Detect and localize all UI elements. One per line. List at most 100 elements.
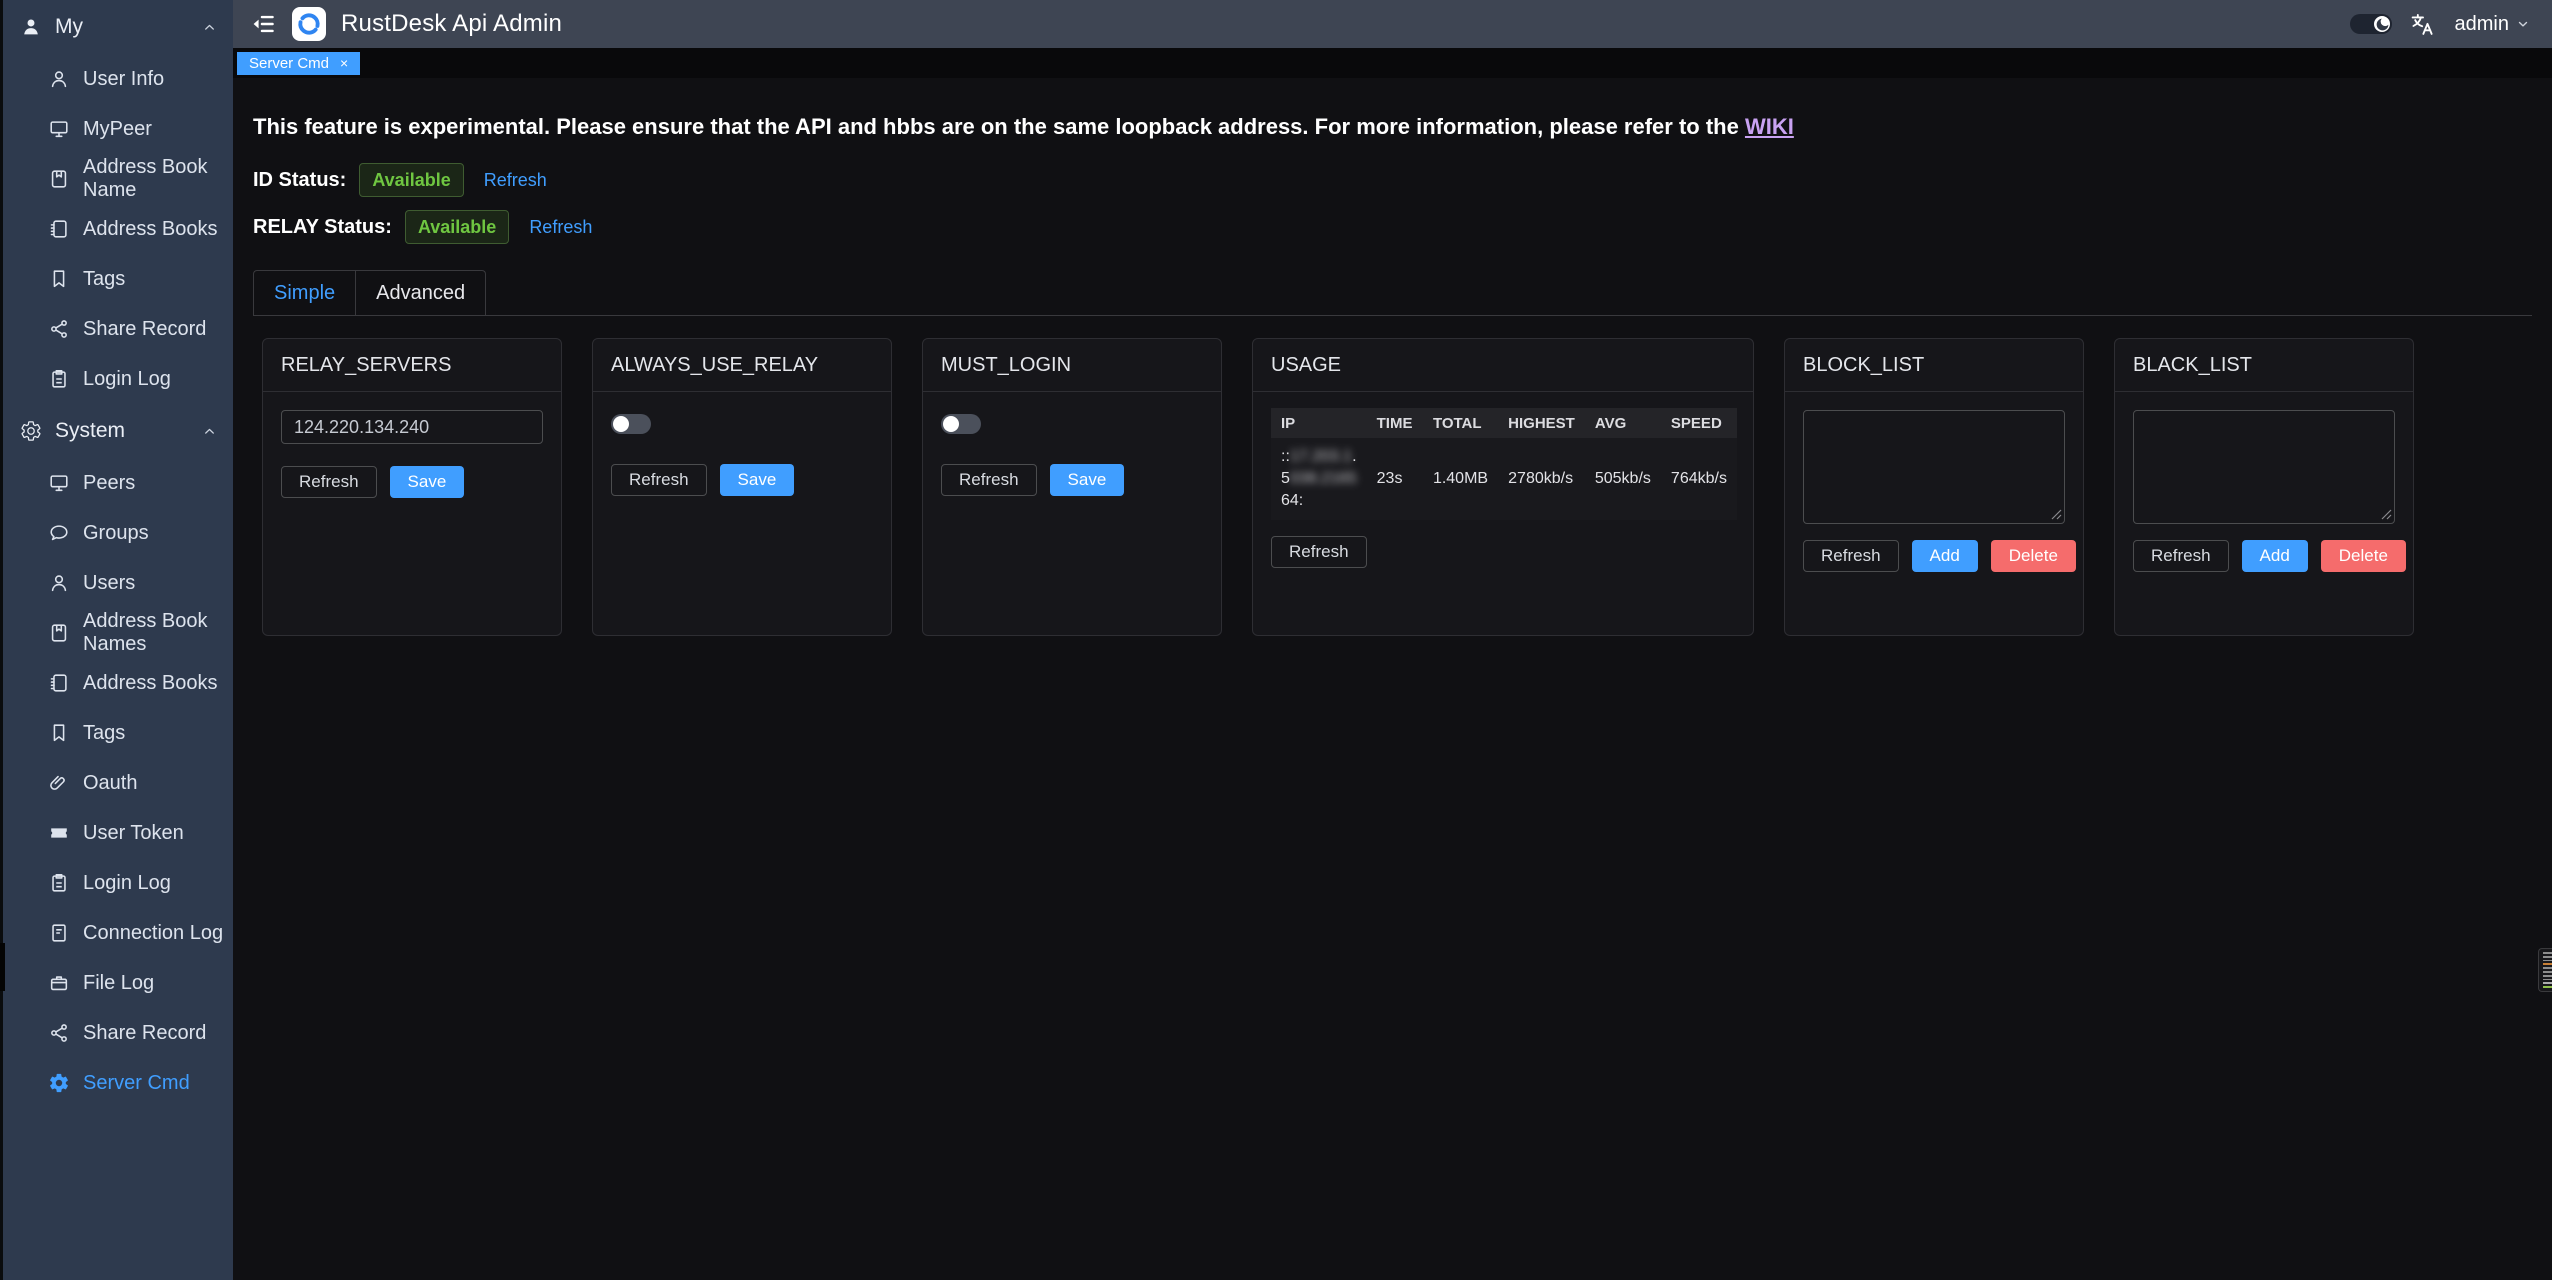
tab-server-cmd[interactable]: Server Cmd × xyxy=(237,52,360,75)
card-must-login: MUST_LOGIN Refresh Save xyxy=(922,338,1222,636)
delete-button[interactable]: Delete xyxy=(2321,540,2406,572)
translate-icon[interactable] xyxy=(2409,11,2436,38)
cards-row: RELAY_SERVERS Refresh Save ALWAYS_USE_RE… xyxy=(253,338,2532,636)
id-status-row: ID Status: Available Refresh xyxy=(253,163,2532,197)
column-header: TIME xyxy=(1367,408,1423,438)
refresh-button[interactable]: Refresh xyxy=(611,464,707,496)
bookmark-icon xyxy=(48,268,70,290)
add-button[interactable]: Add xyxy=(2242,540,2308,572)
user-menu[interactable]: admin xyxy=(2455,13,2530,36)
save-button[interactable]: Save xyxy=(1050,464,1125,496)
sidebar-fold-icon[interactable] xyxy=(251,11,277,37)
column-header: AVG xyxy=(1585,408,1661,438)
refresh-button[interactable]: Refresh xyxy=(941,464,1037,496)
sidebar-item-user-token[interactable]: User Token xyxy=(0,808,233,858)
sidebar-item-label: Connection Log xyxy=(83,922,223,945)
speed-cell: 764kb/s xyxy=(1661,438,1737,520)
id-status-refresh-link[interactable]: Refresh xyxy=(484,170,547,191)
sidebar-item-users[interactable]: Users xyxy=(0,558,233,608)
table-row: ::17.203.1. 5038.2165 64: 23s 1.40MB 278… xyxy=(1271,438,1737,520)
scroll-minimap-overlay xyxy=(2538,948,2552,992)
wiki-link[interactable]: WIKI xyxy=(1745,114,1794,139)
card-title: RELAY_SERVERS xyxy=(263,339,561,392)
sidebar-item-address-book-names[interactable]: Address Book Names xyxy=(0,608,233,658)
gear-icon xyxy=(20,420,42,442)
minimap-marker xyxy=(2543,952,2552,954)
must-login-toggle[interactable] xyxy=(941,414,981,434)
sidebar-item-label: Tags xyxy=(83,268,125,291)
sidebar-item-tags[interactable]: Tags xyxy=(0,254,233,304)
sidebar-item-label: Address Books xyxy=(83,672,218,695)
block-list-textarea[interactable] xyxy=(1803,410,2065,524)
sidebar-item-share-record[interactable]: Share Record xyxy=(0,1008,233,1058)
refresh-button[interactable]: Refresh xyxy=(1271,536,1367,568)
sidebar-item-address-books[interactable]: Address Books xyxy=(0,658,233,708)
sidebar-item-connection-log[interactable]: Connection Log xyxy=(0,908,233,958)
sidebar-item-login-log[interactable]: Login Log xyxy=(0,354,233,404)
sidebar-item-oauth[interactable]: Oauth xyxy=(0,758,233,808)
theme-toggle[interactable] xyxy=(2350,14,2392,34)
delete-button[interactable]: Delete xyxy=(1991,540,2076,572)
card-always-use-relay: ALWAYS_USE_RELAY Refresh Save xyxy=(592,338,892,636)
minimap-marker xyxy=(2543,956,2552,958)
sidebar-item-address-book-name[interactable]: Address Book Name xyxy=(0,154,233,204)
relay-status-refresh-link[interactable]: Refresh xyxy=(529,217,592,238)
bookmark-icon xyxy=(48,722,70,744)
refresh-button[interactable]: Refresh xyxy=(281,466,377,498)
black-list-textarea[interactable] xyxy=(2133,410,2395,524)
chat-icon xyxy=(48,522,70,544)
sidebar-section-system[interactable]: System xyxy=(0,404,233,458)
sidebar-item-file-log[interactable]: File Log xyxy=(0,958,233,1008)
header: RustDesk Api Admin admin xyxy=(233,0,2552,48)
ip-cell: ::17.203.1. 5038.2165 64: xyxy=(1271,438,1367,520)
sidebar-item-label: Share Record xyxy=(83,318,206,341)
sidebar-item-groups[interactable]: Groups xyxy=(0,508,233,558)
sidebar-item-user-info[interactable]: User Info xyxy=(0,54,233,104)
card-title: ALWAYS_USE_RELAY xyxy=(593,339,891,392)
sidebar-item-label: Login Log xyxy=(83,368,171,391)
chevron-up-icon xyxy=(202,20,217,35)
total-cell: 1.40MB xyxy=(1423,438,1498,520)
chevron-up-icon xyxy=(202,424,217,439)
save-button[interactable]: Save xyxy=(720,464,795,496)
sidebar-section-label: My xyxy=(55,15,83,39)
briefcase-icon xyxy=(48,972,70,994)
tab-advanced[interactable]: Advanced xyxy=(355,270,486,316)
tab-close-icon[interactable]: × xyxy=(340,56,348,70)
sidebar-item-peers[interactable]: Peers xyxy=(0,458,233,508)
doc-icon xyxy=(48,922,70,944)
card-relay-servers: RELAY_SERVERS Refresh Save xyxy=(262,338,562,636)
always-use-relay-toggle[interactable] xyxy=(611,414,651,434)
window-left-edge xyxy=(0,0,3,1280)
app-title: RustDesk Api Admin xyxy=(341,10,562,38)
sidebar-item-share-record[interactable]: Share Record xyxy=(0,304,233,354)
add-button[interactable]: Add xyxy=(1912,540,1978,572)
notebook-icon xyxy=(48,672,70,694)
save-button[interactable]: Save xyxy=(390,466,465,498)
refresh-button[interactable]: Refresh xyxy=(2133,540,2229,572)
left-edge-marker xyxy=(0,943,5,991)
sidebar-item-label: Address Book Name xyxy=(83,156,233,202)
sidebar-item-address-books[interactable]: Address Books xyxy=(0,204,233,254)
gear-filled-icon xyxy=(48,1072,70,1094)
id-status-badge: Available xyxy=(359,163,463,197)
sidebar-section-my[interactable]: My xyxy=(0,0,233,54)
view-tabs: Simple Advanced xyxy=(253,270,2532,316)
tab-simple[interactable]: Simple xyxy=(253,270,355,316)
sidebar-item-tags[interactable]: Tags xyxy=(0,708,233,758)
sidebar-item-server-cmd[interactable]: Server Cmd xyxy=(0,1058,233,1108)
sidebar-item-login-log[interactable]: Login Log xyxy=(0,858,233,908)
refresh-button[interactable]: Refresh xyxy=(1803,540,1899,572)
ticket-icon xyxy=(48,822,70,844)
user-icon xyxy=(48,572,70,594)
monitor-icon xyxy=(48,472,70,494)
card-block-list: BLOCK_LIST Refresh Add Delete xyxy=(1784,338,2084,636)
relay-servers-input[interactable] xyxy=(281,410,543,444)
workspace-tabbar: Server Cmd × xyxy=(233,48,2552,78)
card-black-list: BLACK_LIST Refresh Add Delete xyxy=(2114,338,2414,636)
sidebar-item-label: Oauth xyxy=(83,772,137,795)
sidebar-item-label: File Log xyxy=(83,972,154,995)
sidebar-item-label: Server Cmd xyxy=(83,1072,190,1095)
sidebar-item-mypeer[interactable]: MyPeer xyxy=(0,104,233,154)
relay-status-row: RELAY Status: Available Refresh xyxy=(253,210,2532,244)
